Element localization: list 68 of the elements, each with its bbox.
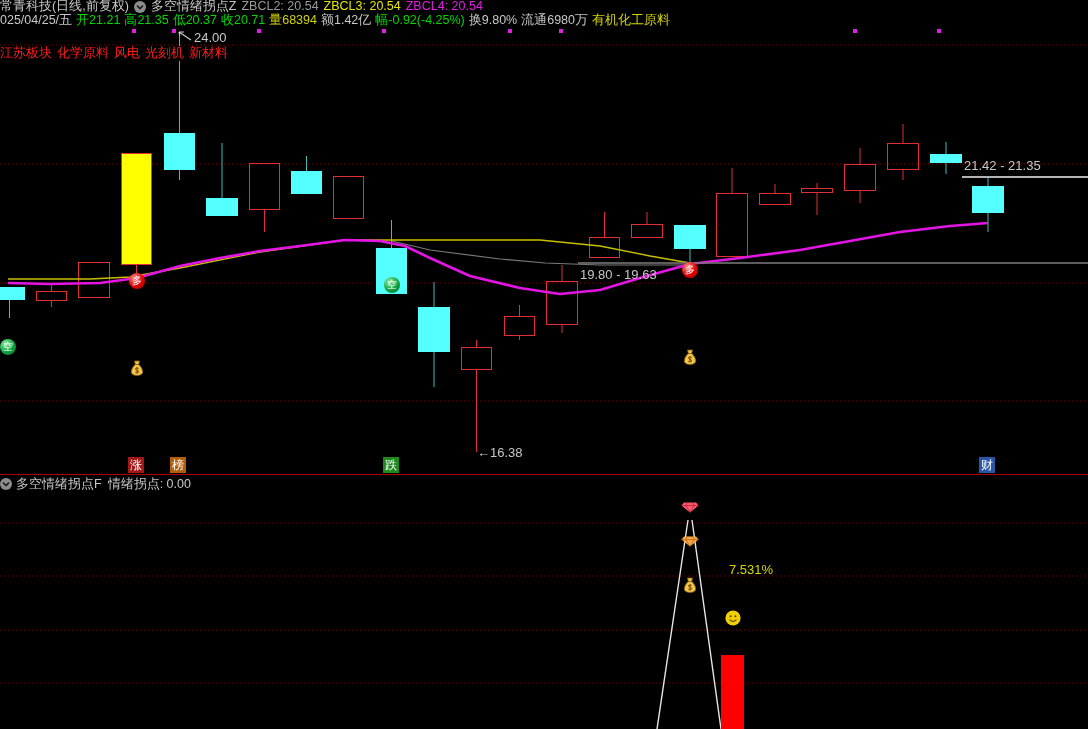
marker-icon bbox=[559, 29, 563, 33]
candlestick bbox=[844, 147, 876, 204]
quote-text: 低20.37 bbox=[172, 13, 217, 28]
sector-label[interactable]: 新材料 bbox=[189, 46, 228, 61]
event-tag: 榜 bbox=[170, 457, 186, 473]
indicator-title: 多空情绪拐点Z bbox=[150, 0, 237, 13]
chevron-circle-icon[interactable] bbox=[133, 0, 146, 13]
signal-marker: 多 bbox=[682, 262, 698, 278]
sector-label[interactable]: 化学原料 bbox=[57, 46, 109, 61]
indicator-reading: 情绪拐点: 0.00 bbox=[107, 476, 191, 492]
candlestick bbox=[972, 175, 1004, 233]
quote-text: 收20.71 bbox=[220, 13, 266, 28]
candlestick bbox=[36, 284, 67, 308]
indicator-value: ZBCL4: 20.54 bbox=[405, 0, 483, 13]
sector-label[interactable]: 风电 bbox=[114, 46, 140, 61]
indicator-title: 多空情绪拐点F bbox=[16, 476, 102, 492]
quote-text: 025/04/25/五 bbox=[0, 13, 73, 28]
chevron-circle-icon[interactable] bbox=[0, 478, 12, 490]
quote-text: 有机化工原料 bbox=[592, 13, 671, 28]
candlestick bbox=[249, 163, 280, 233]
candlestick bbox=[759, 183, 791, 205]
gem-icon bbox=[681, 502, 699, 513]
candlestick bbox=[801, 182, 833, 216]
candlestick bbox=[333, 176, 364, 219]
price-label: 24.00 bbox=[194, 31, 227, 45]
event-tag: 跌 bbox=[383, 457, 399, 473]
quote-text: 量68394 bbox=[269, 13, 317, 28]
marker-icon bbox=[257, 29, 261, 33]
event-tag: 涨 bbox=[128, 457, 144, 473]
arrow-icon bbox=[178, 31, 192, 41]
quote-text: 额1.42亿 bbox=[321, 13, 372, 28]
signal-marker: 多 bbox=[129, 273, 145, 289]
indicator-value: ZBCL2: 20.54 bbox=[241, 0, 319, 13]
diamond-icon bbox=[681, 536, 699, 547]
indicator-value: ZBCL3: 20.54 bbox=[323, 0, 401, 13]
smiley-icon bbox=[725, 610, 741, 626]
candlestick bbox=[78, 262, 110, 298]
marker-icon bbox=[132, 29, 136, 33]
quote-text: 流通6980万 bbox=[521, 13, 589, 28]
quote-text: 开21.21 bbox=[76, 13, 121, 28]
sector-label[interactable]: 江苏板块 bbox=[0, 46, 52, 61]
candlestick bbox=[546, 264, 578, 334]
money-bag-icon bbox=[130, 360, 144, 376]
security-title: 常青科技(日线,前复权) bbox=[0, 0, 129, 13]
quote-text: 高21.35 bbox=[124, 13, 169, 28]
candlestick bbox=[887, 123, 919, 181]
peak-percent-label: 7.531% bbox=[729, 563, 774, 577]
quote-text: 幅-0.92(-4.25%) bbox=[375, 13, 465, 28]
marker-icon bbox=[172, 29, 176, 33]
candlestick bbox=[674, 225, 706, 263]
marker-icon bbox=[937, 29, 941, 33]
candlestick bbox=[0, 287, 25, 319]
candlestick bbox=[631, 211, 663, 238]
price-label: 21.42 - 21.35 bbox=[964, 159, 1041, 173]
candlestick bbox=[504, 304, 535, 341]
candlestick bbox=[589, 211, 620, 258]
quote-text: 换9.80% bbox=[468, 13, 518, 28]
money-bag-icon bbox=[683, 349, 697, 365]
event-tag: 财 bbox=[979, 457, 995, 473]
price-label: ←16.38 bbox=[477, 446, 523, 460]
marker-icon bbox=[508, 29, 512, 33]
marker-icon bbox=[853, 29, 857, 33]
sector-label[interactable]: 光刻机 bbox=[145, 46, 184, 61]
marker-icon bbox=[382, 29, 386, 33]
signal-marker: 空 bbox=[0, 339, 16, 355]
candlestick bbox=[930, 141, 962, 175]
money-bag-icon bbox=[683, 577, 697, 593]
candlestick bbox=[291, 155, 322, 194]
